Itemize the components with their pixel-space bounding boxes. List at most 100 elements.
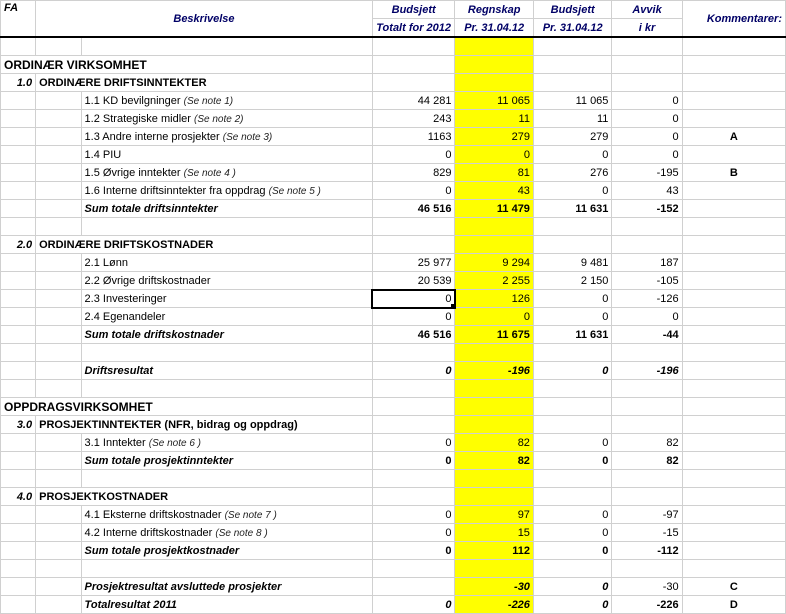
cell-c4: -226 (612, 596, 682, 614)
active-cell[interactable]: 0 (372, 290, 455, 308)
cell-c4[interactable]: -195 (612, 164, 682, 182)
sum-desc: Sum totale driftskostnader (81, 326, 372, 344)
cell-c3[interactable]: 2 150 (533, 272, 611, 290)
total-row: Totalresultat 2011 0 -226 0 -226 D (1, 596, 786, 614)
row-note: (Se note 5 ) (269, 186, 321, 197)
cell-c4[interactable]: 187 (612, 254, 682, 272)
cell-c3[interactable]: 0 (533, 182, 611, 200)
table-row[interactable]: 2.2 Øvrige driftskostnader 20 539 2 255 … (1, 272, 786, 290)
cell-c2[interactable]: 2 255 (455, 272, 533, 290)
row-desc: 2.2 Øvrige driftskostnader (81, 272, 372, 290)
table-row[interactable]: 1.4 PIU 0 0 0 0 (1, 146, 786, 164)
cell-kom: C (682, 578, 785, 596)
cell-c1[interactable]: 0 (372, 524, 455, 542)
cell-c4[interactable]: 0 (612, 146, 682, 164)
cell-kom[interactable] (682, 182, 785, 200)
sum-row: Sum totale prosjektinntekter 0 82 0 82 (1, 452, 786, 470)
cell-c1[interactable]: 0 (372, 308, 455, 326)
row-desc: 1.5 Øvrige inntekter (85, 167, 181, 179)
cell-kom[interactable] (682, 92, 785, 110)
table-row[interactable]: 3.1 Inntekter (Se note 6 ) 0 82 0 82 (1, 434, 786, 452)
cell-c3[interactable]: 0 (533, 290, 611, 308)
cell-c3[interactable]: 0 (533, 506, 611, 524)
cell-c1[interactable]: 0 (372, 506, 455, 524)
row-note: (Se note 8 ) (215, 528, 267, 539)
table-row[interactable]: 1.1 KD bevilgninger (Se note 1) 44 281 1… (1, 92, 786, 110)
cell-c2[interactable]: 126 (455, 290, 533, 308)
cell-c2[interactable]: 11 (455, 110, 533, 128)
cell-c4[interactable]: 43 (612, 182, 682, 200)
row-desc: 1.3 Andre interne prosjekter (85, 131, 220, 143)
budget-table[interactable]: FA Beskrivelse Budsjett Regnskap Budsjet… (0, 0, 786, 614)
cell-c1[interactable]: 1163 (372, 128, 455, 146)
cell-c3[interactable]: 0 (533, 524, 611, 542)
row-desc: 4.1 Eksterne driftskostnader (85, 509, 222, 521)
table-row[interactable]: 4.1 Eksterne driftskostnader (Se note 7 … (1, 506, 786, 524)
cell-c3[interactable]: 276 (533, 164, 611, 182)
sum-row: Sum totale driftsinntekter 46 516 11 479… (1, 200, 786, 218)
table-row[interactable]: 2.4 Egenandeler 0 0 0 0 (1, 308, 786, 326)
cell-c2[interactable]: 9 294 (455, 254, 533, 272)
cell-c1[interactable]: 44 281 (372, 92, 455, 110)
cell-c3[interactable]: 11 (533, 110, 611, 128)
cell-c4[interactable]: -105 (612, 272, 682, 290)
cell-c2[interactable]: 0 (455, 308, 533, 326)
cell-c2: -30 (455, 578, 533, 596)
section-ordinaer: ORDINÆR VIRKSOMHET (1, 56, 373, 74)
cell-c3[interactable]: 0 (533, 146, 611, 164)
cell-c3[interactable]: 279 (533, 128, 611, 146)
totalresultat-label: Totalresultat 2011 (81, 596, 372, 614)
cell-c2[interactable]: 97 (455, 506, 533, 524)
cell-c2[interactable]: 0 (455, 146, 533, 164)
cell-c4[interactable]: 0 (612, 128, 682, 146)
cell-c4[interactable]: -97 (612, 506, 682, 524)
cell-c3[interactable]: 9 481 (533, 254, 611, 272)
table-row[interactable]: 1.2 Strategiske midler (Se note 2) 243 1… (1, 110, 786, 128)
cell-c2[interactable]: 15 (455, 524, 533, 542)
table-row[interactable]: 1.3 Andre interne prosjekter (Se note 3)… (1, 128, 786, 146)
cell-c4: -30 (612, 578, 682, 596)
cell-c4[interactable]: -15 (612, 524, 682, 542)
cell-kom[interactable] (682, 110, 785, 128)
cell-c1[interactable]: 0 (372, 434, 455, 452)
cell-c2[interactable]: 43 (455, 182, 533, 200)
table-row[interactable]: 2.3 Investeringer 0 126 0 -126 (1, 290, 786, 308)
cell-c4[interactable]: 0 (612, 110, 682, 128)
hdr-budsjett-pr-2: Pr. 31.04.12 (533, 19, 611, 38)
row-note: (Se note 4 ) (184, 168, 236, 179)
cell-c4[interactable]: 82 (612, 434, 682, 452)
cell-c3[interactable]: 11 065 (533, 92, 611, 110)
cell-kom[interactable] (682, 146, 785, 164)
cell-kom[interactable]: B (682, 164, 785, 182)
cell-c4[interactable]: 0 (612, 92, 682, 110)
cell-c3[interactable]: 0 (533, 434, 611, 452)
cell-kom[interactable]: A (682, 128, 785, 146)
table-row[interactable]: 4.2 Interne driftskostnader (Se note 8 )… (1, 524, 786, 542)
cell-c4[interactable]: 0 (612, 308, 682, 326)
table-row[interactable]: 1.6 Interne driftsinntekter fra oppdrag … (1, 182, 786, 200)
cell-c2[interactable]: 82 (455, 434, 533, 452)
table-row[interactable]: 1.5 Øvrige inntekter (Se note 4 ) 829 81… (1, 164, 786, 182)
table-row[interactable]: 2.1 Lønn 25 977 9 294 9 481 187 (1, 254, 786, 272)
sum-desc: Sum totale prosjektinntekter (81, 452, 372, 470)
cell-c1[interactable]: 0 (372, 146, 455, 164)
group-1-title: ORDINÆRE DRIFTSINNTEKTER (36, 74, 373, 92)
hdr-beskrivelse: Beskrivelse (36, 1, 373, 38)
fa-1: 1.0 (1, 74, 36, 92)
cell-c2[interactable]: 11 065 (455, 92, 533, 110)
cell-c2[interactable]: 279 (455, 128, 533, 146)
hdr-kommentarer: Kommentarer: (682, 1, 785, 38)
cell-c1[interactable]: 243 (372, 110, 455, 128)
cell-c4[interactable]: -126 (612, 290, 682, 308)
cell-c1[interactable]: 20 539 (372, 272, 455, 290)
hdr-avvik-2: i kr (612, 19, 682, 38)
cell-c1[interactable]: 0 (372, 182, 455, 200)
cell-c3[interactable]: 0 (533, 308, 611, 326)
group-3-title: PROSJEKTINNTEKTER (NFR, bidrag og oppdra… (36, 416, 373, 434)
cell-c2[interactable]: 81 (455, 164, 533, 182)
cell-c1[interactable]: 25 977 (372, 254, 455, 272)
fa-4: 4.0 (1, 488, 36, 506)
cell-c1[interactable]: 829 (372, 164, 455, 182)
sum-row: Sum totale prosjektkostnader 0 112 0 -11… (1, 542, 786, 560)
cell-c3: 0 (533, 542, 611, 560)
